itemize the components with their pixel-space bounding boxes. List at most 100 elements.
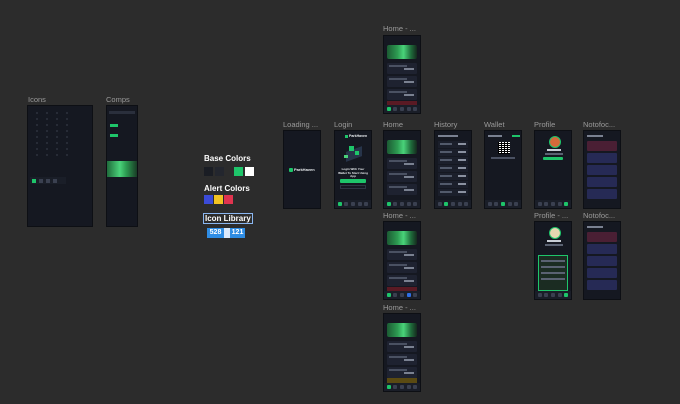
base-colors-title: Base Colors [204,154,251,163]
alert-swatch-yellow [214,195,223,204]
home-card[interactable] [387,354,417,365]
home-card[interactable] [387,76,417,87]
notif-title [587,226,603,228]
login-bottom-nav [335,200,371,208]
notif-title [587,135,603,137]
home-bottom-nav [384,200,420,208]
icon-count-badge-b: 121 [230,228,245,238]
history-row[interactable] [438,149,468,156]
history-row[interactable] [438,181,468,188]
comp-input [109,111,135,114]
home-card[interactable] [387,249,417,260]
frame-label-home-mid[interactable]: Home - ... [383,211,416,220]
home-bottom-nav [384,105,420,113]
history-row[interactable] [438,189,468,196]
wallet-frame[interactable] [484,130,522,209]
frame-label-home-bot[interactable]: Home - ... [383,303,416,312]
home-bottom-nav [384,383,420,391]
home-card[interactable] [387,367,417,378]
alert-colors-title: Alert Colors [204,184,250,193]
history-title [438,135,458,137]
frame-label-profile[interactable]: Profile [534,120,555,129]
alert-swatch-blue [204,195,213,204]
home-card[interactable] [387,171,417,182]
icons-nav-preview [30,177,66,184]
notif-item[interactable] [587,165,617,175]
wallet-status [512,135,520,137]
history-row[interactable] [438,141,468,148]
frame-label-notif-2[interactable]: Notofoc... [583,211,615,220]
notif-item[interactable] [587,268,617,278]
base-swatch-green [234,167,243,176]
frame-label-notif-1[interactable]: Notofoc... [583,120,615,129]
base-swatch-white [245,167,254,176]
notif-1-frame[interactable] [583,130,621,209]
notif-item[interactable] [587,153,617,163]
notif-item[interactable] [587,141,617,151]
comp-banner [107,161,137,177]
home-card[interactable] [387,341,417,352]
frame-label-login[interactable]: Login [334,120,352,129]
brand-name: ParkHaven [294,167,315,172]
profile-edit-button[interactable] [543,157,563,160]
notif-item[interactable] [587,256,617,266]
profile-name [547,149,561,151]
frame-label-loading[interactable]: Loading ... [283,120,318,129]
frame-label-home-top[interactable]: Home - ... [383,24,416,33]
notif-2-frame[interactable] [583,221,621,300]
home-banner [387,45,417,59]
loading-frame[interactable]: ParkHaven [283,130,321,209]
notif-item[interactable] [587,244,617,254]
history-row[interactable] [438,157,468,164]
notif-item[interactable] [587,232,617,242]
home-card[interactable] [387,89,417,100]
icon-library-title[interactable]: Icon Library [203,213,253,224]
icons-frame[interactable] [27,105,93,227]
login-logo-icon [345,135,348,138]
connect-wallet-button[interactable] [340,179,366,183]
history-bottom-nav [435,200,471,208]
isometric-illustration [341,143,367,165]
profile-2-frame[interactable] [534,221,572,300]
avatar[interactable] [549,136,561,148]
base-swatch-1 [204,167,213,176]
history-row[interactable] [438,165,468,172]
home-banner [387,231,417,245]
frame-label-home[interactable]: Home [383,120,403,129]
home-frame[interactable] [383,130,421,209]
wallet-title [488,135,502,137]
wallet-bottom-nav [485,200,521,208]
login-brand-name: ParkHaven [349,134,368,138]
notif-item[interactable] [587,177,617,187]
login-frame[interactable]: ParkHaven Login With Your Wallet To Star… [334,130,372,209]
frame-label-profile-2[interactable]: Profile - ... [534,211,568,220]
avatar[interactable] [549,227,561,239]
secondary-button[interactable] [340,185,366,189]
profile-frame[interactable] [534,130,572,209]
home-card[interactable] [387,184,417,195]
home-top-frame[interactable] [383,35,421,114]
profile-name [547,240,561,242]
comp-button-small [110,124,118,127]
home-card[interactable] [387,158,417,169]
history-row[interactable] [438,173,468,180]
history-frame[interactable] [434,130,472,209]
home-card[interactable] [387,275,417,286]
icon-count-badge-a: 528 [207,228,224,238]
notif-item[interactable] [587,189,617,199]
comps-frame[interactable] [106,105,138,227]
qr-code-icon [498,142,510,154]
home-bot-frame[interactable] [383,313,421,392]
frame-label-icons[interactable]: Icons [28,95,46,104]
notif-item[interactable] [587,280,617,290]
login-heading: Login With Your Wallet To Start Using Ap… [338,167,368,178]
frame-label-wallet[interactable]: Wallet [484,120,505,129]
profile-settings-panel[interactable] [538,255,568,291]
frame-label-history[interactable]: History [434,120,457,129]
home-mid-frame[interactable] [383,221,421,300]
icon-grid [32,110,72,160]
home-card[interactable] [387,63,417,74]
frame-label-comps[interactable]: Comps [106,95,130,104]
home-card[interactable] [387,262,417,273]
profile-bottom-nav [535,200,571,208]
